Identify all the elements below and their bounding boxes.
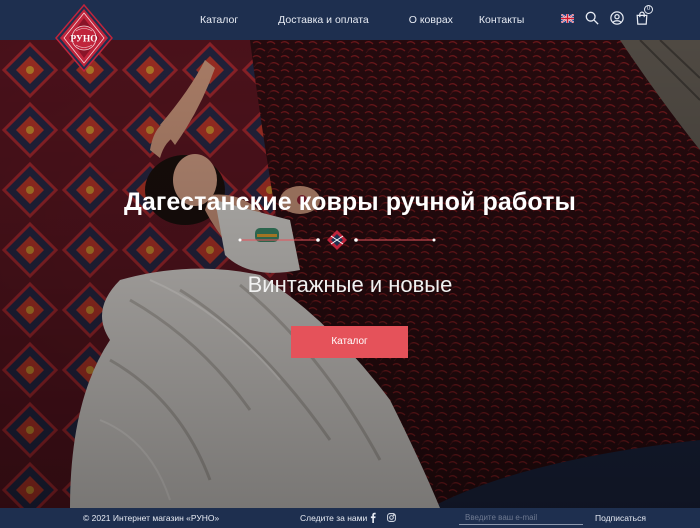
subscribe-button[interactable]: Подписаться [595, 513, 646, 523]
nav-item-catalog[interactable]: Каталог [200, 14, 238, 26]
site-footer: © 2021 Интернет магазин «РУНО» Следите з… [0, 508, 700, 528]
hero-subtitle: Винтажные и новые [247, 272, 453, 297]
user-icon[interactable] [610, 11, 624, 25]
catalog-button[interactable]: Каталог [291, 326, 408, 358]
nav-item-about-carpets[interactable]: О коврах [409, 14, 453, 26]
copyright-text: © 2021 Интернет магазин «РУНО» [83, 513, 220, 523]
hero-section: Дагестанские ковры ручной работы Винтажн… [0, 40, 700, 508]
email-input[interactable] [459, 510, 583, 525]
ornament-divider [238, 230, 436, 250]
nav-item-delivery[interactable]: Доставка и оплата [278, 14, 369, 26]
instagram-icon[interactable] [387, 513, 396, 522]
hero-title: Дагестанские ковры ручной работы [124, 188, 576, 216]
search-icon[interactable] [585, 11, 599, 25]
facebook-icon[interactable] [369, 512, 377, 523]
logo-text: РУНО [70, 35, 97, 45]
cart-button[interactable]: 0 [635, 5, 653, 25]
nav-item-contacts[interactable]: Контакты [479, 14, 524, 26]
runo-logo[interactable]: РУНО [54, 4, 114, 74]
header-icons: 0 [561, 5, 653, 25]
main-nav: Каталог Доставка и оплата О коврах Конта… [200, 0, 524, 40]
follow-us-label: Следите за нами [300, 513, 368, 523]
uk-flag-icon[interactable] [561, 13, 574, 23]
cart-count-badge: 0 [644, 5, 653, 14]
